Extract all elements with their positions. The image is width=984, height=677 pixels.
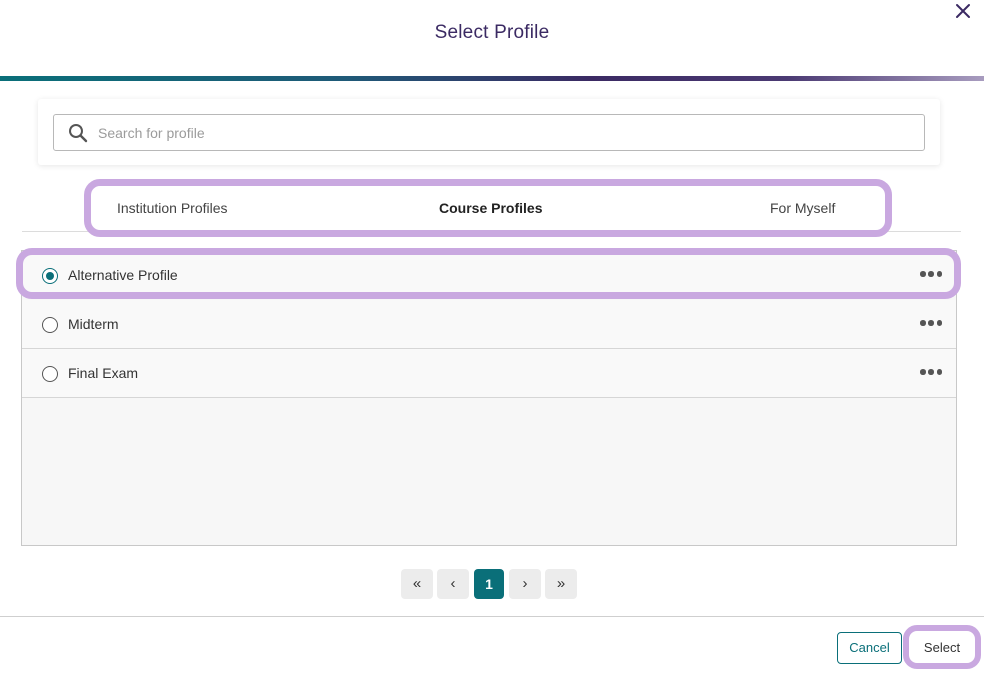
search-input[interactable]: [98, 115, 908, 150]
profile-label: Midterm: [68, 316, 119, 332]
profile-label: Final Exam: [68, 365, 139, 381]
profile-radio[interactable]: [42, 317, 58, 333]
dialog-header: Select Profile: [0, 0, 984, 76]
select-button[interactable]: Select: [912, 634, 972, 661]
list-item[interactable]: Final Exam: [22, 349, 956, 398]
cancel-button[interactable]: Cancel: [837, 632, 902, 664]
next-page-button[interactable]: ›: [509, 569, 541, 599]
tab-for-myself[interactable]: For Myself: [770, 199, 835, 217]
more-options-icon[interactable]: [920, 369, 942, 377]
profile-radio[interactable]: [42, 268, 58, 284]
profile-label: Alternative Profile: [68, 267, 178, 283]
close-button[interactable]: [954, 2, 972, 20]
previous-page-button[interactable]: ‹: [437, 569, 469, 599]
search-card: [38, 99, 940, 165]
profile-radio[interactable]: [42, 366, 58, 382]
dialog-title: Select Profile: [434, 22, 550, 43]
last-page-button[interactable]: »: [545, 569, 577, 599]
page-1-button[interactable]: 1: [474, 569, 504, 599]
tab-course-profiles[interactable]: Course Profiles: [439, 199, 542, 217]
more-options-icon[interactable]: [920, 320, 942, 328]
tab-institution-profiles[interactable]: Institution Profiles: [117, 199, 228, 217]
list-item[interactable]: Midterm: [22, 300, 956, 349]
footer-divider: [0, 616, 984, 617]
more-options-icon[interactable]: [920, 271, 942, 279]
close-icon: [956, 4, 970, 18]
list-item[interactable]: Alternative Profile: [22, 251, 956, 300]
first-page-button[interactable]: «: [401, 569, 433, 599]
search-icon: [69, 124, 88, 143]
header-gradient-bar: [0, 76, 984, 81]
search-box[interactable]: [53, 114, 925, 151]
